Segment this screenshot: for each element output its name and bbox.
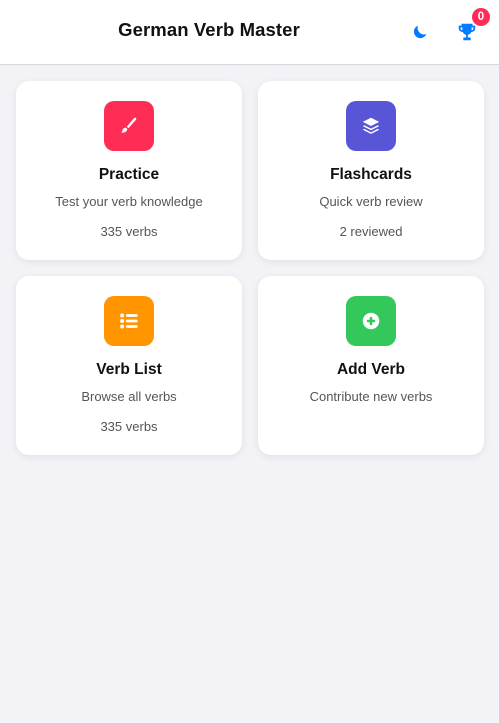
- trophy-badge: 0: [472, 8, 490, 26]
- card-stat: 2 reviewed: [339, 224, 403, 239]
- add-verb-icon-box: [346, 296, 396, 346]
- theme-toggle-button[interactable]: [409, 21, 431, 43]
- app-title: German Verb Master: [118, 19, 300, 40]
- card-description: Browse all verbs: [81, 389, 177, 404]
- layers-icon: [362, 117, 380, 134]
- app-header: German Verb Master 0: [0, 0, 499, 65]
- verb-list-icon-box: [104, 296, 154, 346]
- card-title: Add Verb: [336, 361, 406, 378]
- practice-icon-box: [104, 101, 154, 151]
- card-description: Contribute new verbs: [309, 389, 433, 404]
- moon-icon: [413, 25, 427, 39]
- card-stat: 335 verbs: [100, 224, 158, 239]
- card-verb-list[interactable]: Verb List Browse all verbs 335 verbs: [16, 276, 242, 455]
- card-title: Flashcards: [330, 166, 412, 183]
- card-description: Test your verb knowledge: [55, 194, 203, 209]
- card-title: Verb List: [96, 361, 162, 378]
- card-stat: 335 verbs: [100, 419, 158, 434]
- list-icon: [120, 313, 138, 329]
- card-add-verb[interactable]: Add Verb Contribute new verbs: [258, 276, 484, 455]
- plus-circle-icon: [362, 312, 380, 330]
- pen-icon: [121, 117, 137, 133]
- card-flashcards[interactable]: Flashcards Quick verb review 2 reviewed: [258, 81, 484, 260]
- card-practice[interactable]: Practice Test your verb knowledge 335 ve…: [16, 81, 242, 260]
- card-description: Quick verb review: [319, 194, 423, 209]
- card-title: Practice: [98, 166, 160, 183]
- trophy-icon: [458, 23, 476, 41]
- flashcards-icon-box: [346, 101, 396, 151]
